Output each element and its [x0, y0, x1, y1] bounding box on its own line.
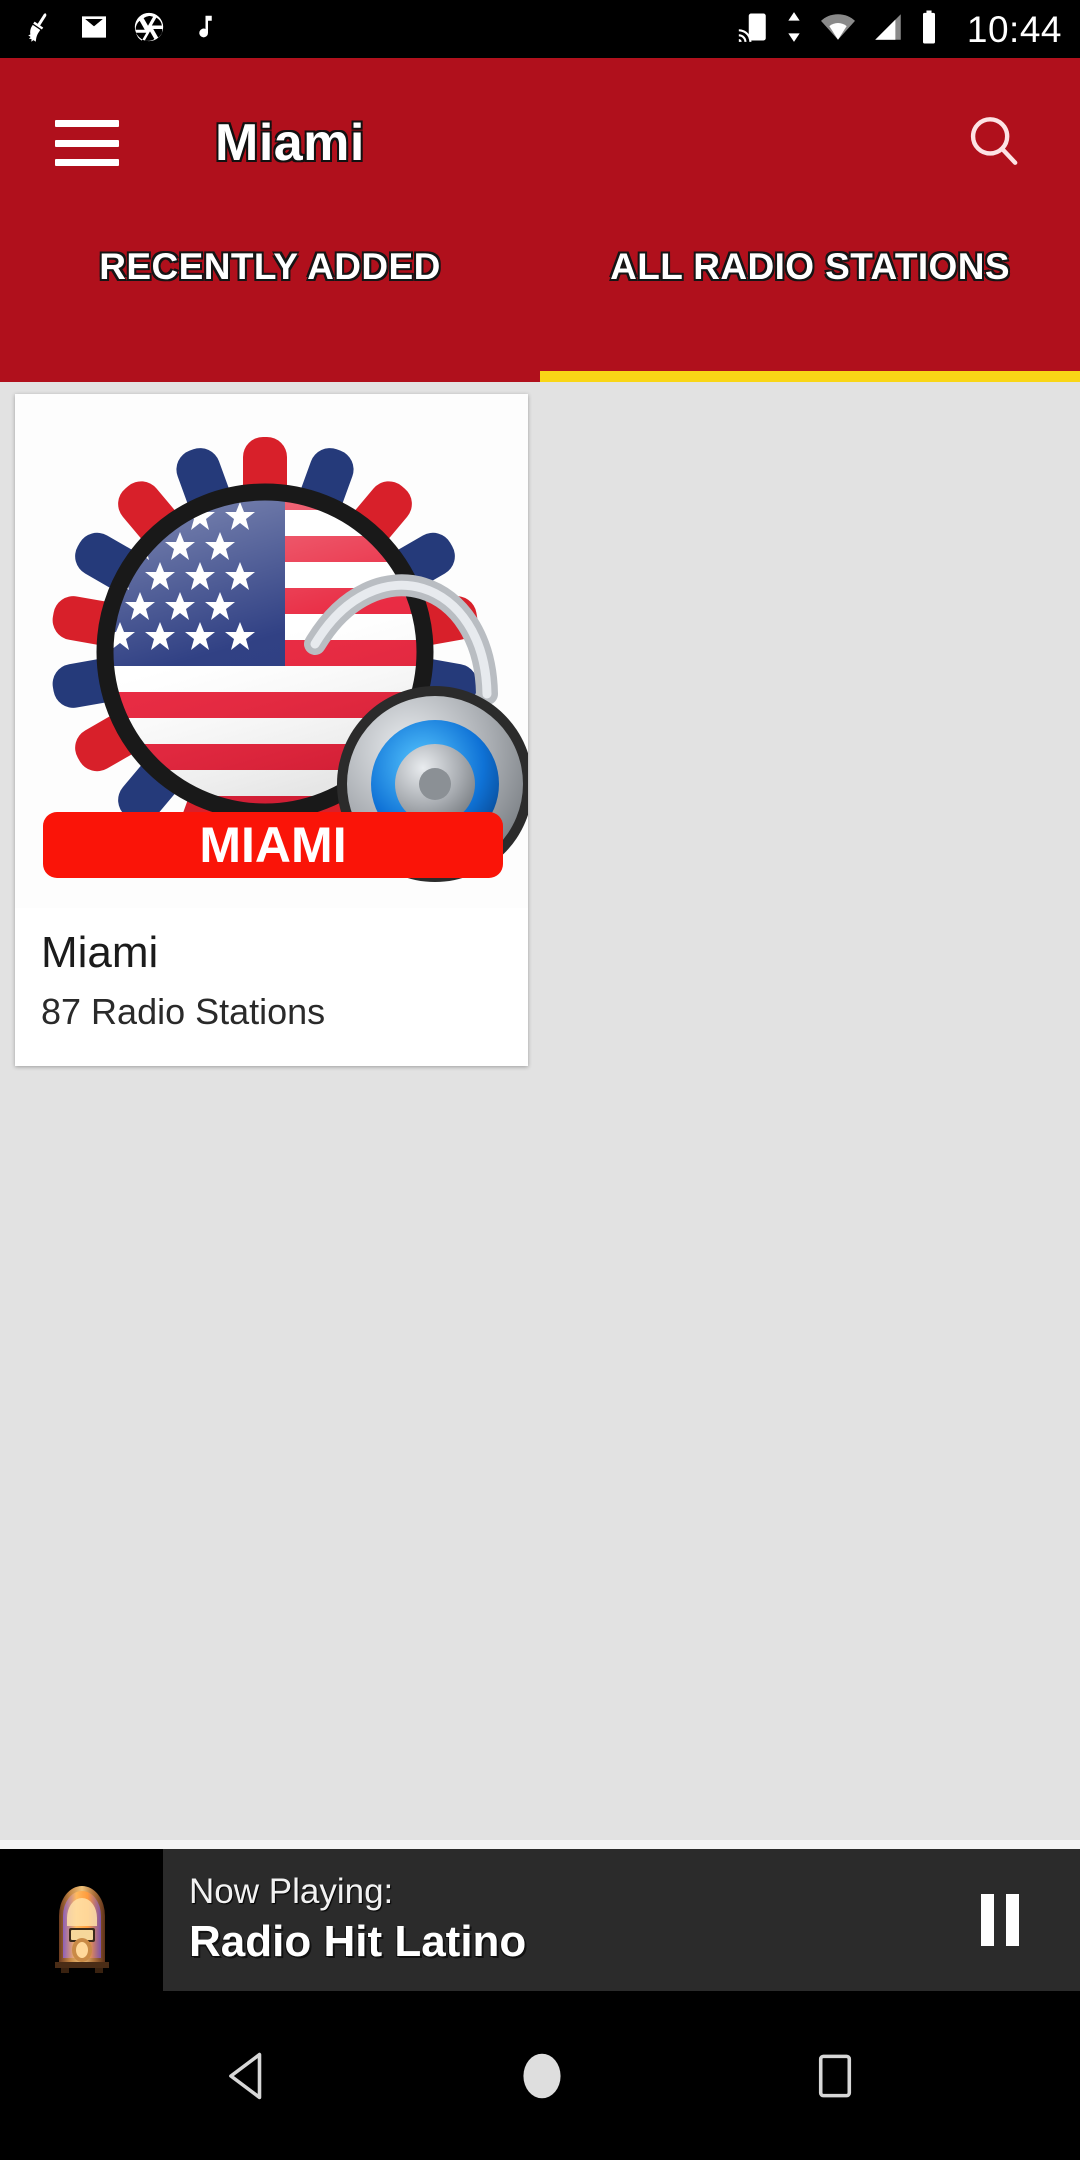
tab-all-radio-stations-label: ALL RADIO STATIONS [610, 246, 1010, 287]
back-triangle-icon[interactable] [225, 2051, 269, 2101]
tab-recently-added-label: RECENTLY ADDED [99, 246, 441, 287]
status-bar-right-icons: 10:44 [736, 9, 1062, 50]
usa-flag-radio-headphones-icon: MIAMI [15, 394, 528, 908]
gmail-icon [78, 11, 110, 48]
status-bar-left-icons [22, 10, 218, 49]
now-playing-bar[interactable]: Now Playing: Radio Hit Latino [0, 1849, 1080, 1991]
app-bar-top-row: Miami [0, 58, 1080, 228]
android-navigation-bar [0, 1991, 1080, 2160]
card-subtitle: 87 Radio Stations [41, 990, 326, 1032]
sync-arrows-icon [783, 10, 805, 49]
tab-indicator-all-radio-stations [540, 371, 1080, 382]
player-divider [0, 1840, 1080, 1849]
card-title: Miami [41, 928, 159, 977]
jukebox-icon [40, 1866, 123, 1974]
tab-bar: RECENTLY ADDED ALL RADIO STATIONS [0, 228, 1080, 382]
wifi-icon [818, 10, 858, 49]
app-screen: 10:44 Miami RECENTLY ADDED ALL RADIO STA [0, 0, 1080, 2160]
camera-shutter-icon [132, 10, 166, 49]
broom-clean-icon [22, 10, 56, 49]
tab-indicator-recently-added [0, 371, 540, 382]
music-note-icon [188, 11, 218, 48]
now-playing-label: Now Playing: [189, 1872, 394, 1912]
page-title: Miami [215, 114, 365, 172]
card-thumbnail: MIAMI [15, 394, 528, 908]
status-bar-clock: 10:44 [966, 8, 1062, 50]
station-grid: MIAMI Miami 87 Radio Stations [0, 382, 1080, 1840]
tab-recently-added[interactable]: RECENTLY ADDED [0, 228, 540, 382]
home-circle-icon[interactable] [519, 2050, 565, 2102]
cellular-signal-icon [871, 10, 905, 49]
pause-icon[interactable] [920, 1849, 1080, 1991]
hamburger-menu-icon[interactable] [55, 120, 119, 166]
cast-screen-icon [736, 10, 770, 49]
tab-all-radio-stations[interactable]: ALL RADIO STATIONS [540, 228, 1080, 382]
thumb-banner: MIAMI [43, 812, 503, 878]
thumb-banner-text: MIAMI [199, 817, 346, 873]
battery-icon [918, 9, 940, 50]
now-playing-text: Now Playing: Radio Hit Latino [163, 1849, 920, 1991]
search-icon[interactable] [963, 110, 1025, 177]
player-thumbnail [0, 1849, 163, 1991]
now-playing-station: Radio Hit Latino [189, 1917, 527, 1967]
recents-square-icon[interactable] [815, 2051, 855, 2101]
list-item[interactable]: MIAMI Miami 87 Radio Stations [15, 394, 528, 1066]
status-bar: 10:44 [0, 0, 1080, 58]
app-bar: Miami RECENTLY ADDED ALL RADIO STATIONS [0, 58, 1080, 382]
card-body: Miami 87 Radio Stations [15, 908, 528, 1066]
